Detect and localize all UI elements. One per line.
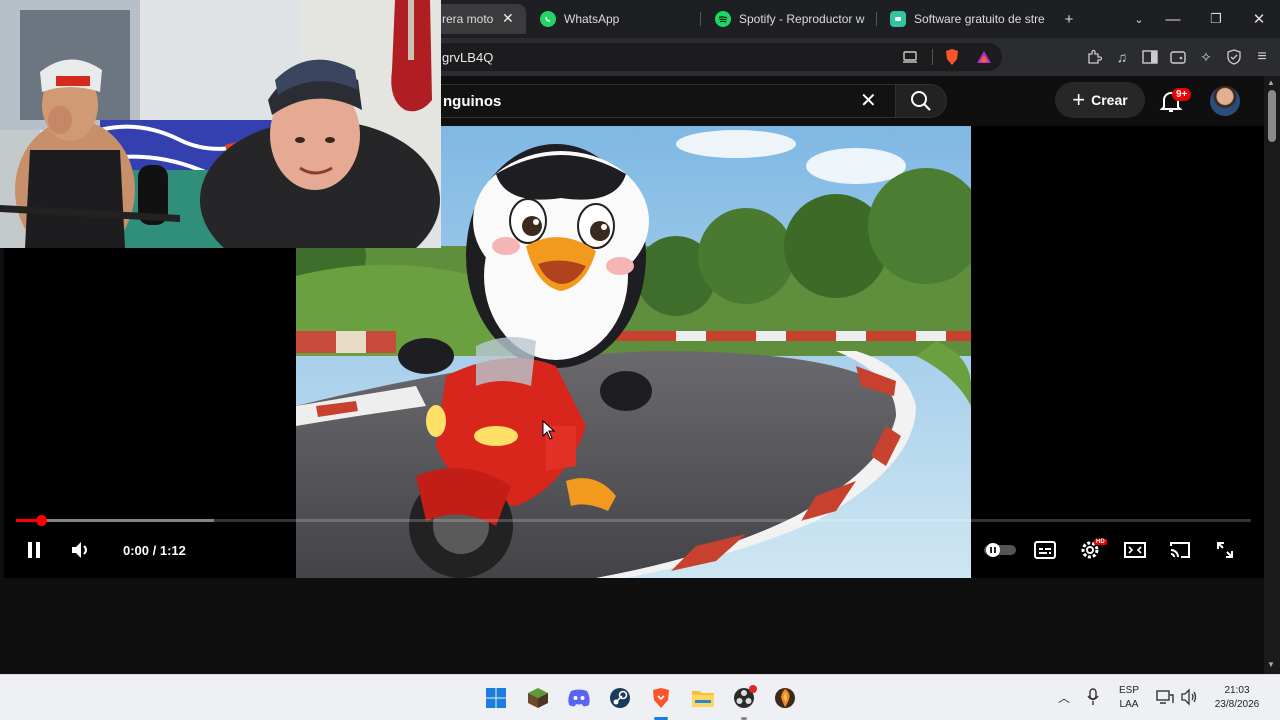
steam-icon[interactable] — [607, 685, 633, 711]
volume-tray-icon[interactable] — [1180, 688, 1198, 711]
pause-button[interactable] — [20, 538, 48, 562]
recording-dot — [749, 685, 757, 693]
webcam-feed-image — [0, 0, 441, 248]
tab-streamlabs[interactable]: Software gratuito de stre — [890, 4, 1045, 34]
clock-time: 21:03 — [1224, 685, 1250, 696]
language-code: ESP — [1118, 685, 1139, 696]
scroll-up-icon[interactable]: ▲ — [1267, 78, 1275, 87]
mouse-cursor-icon — [542, 420, 556, 440]
brave-rewards-icon[interactable] — [974, 47, 994, 67]
search-button[interactable] — [895, 84, 947, 118]
subtitles-icon — [1034, 541, 1056, 559]
cast-button[interactable] — [1166, 538, 1194, 562]
tab-whatsapp[interactable]: WhatsApp — [540, 4, 700, 34]
page-scrollbar[interactable]: ▲ ▼ — [1264, 76, 1280, 674]
spotify-icon — [715, 11, 731, 27]
input-language-indicator[interactable]: ESP LAA — [1114, 684, 1144, 712]
scrubber-handle[interactable] — [35, 515, 47, 526]
vpn-shield-icon[interactable] — [1224, 47, 1244, 67]
autoplay-toggle[interactable] — [982, 538, 1018, 562]
fullscreen-button[interactable] — [1211, 538, 1239, 562]
microphone-icon[interactable] — [1087, 688, 1099, 711]
subtitles-button[interactable] — [1031, 538, 1059, 562]
address-bar[interactable]: grvLB4Q — [430, 43, 1002, 71]
theater-mode-button[interactable] — [1121, 538, 1149, 562]
sidebar-icon[interactable] — [1140, 47, 1160, 67]
close-window-icon[interactable]: ✕ — [1248, 8, 1270, 30]
notification-badge: 9+ — [1172, 88, 1192, 101]
tab-separator — [876, 12, 877, 26]
extensions-icon[interactable] — [1084, 47, 1104, 67]
clock[interactable]: 21:03 23/8/2026 — [1206, 684, 1268, 712]
address-divider — [932, 49, 933, 65]
file-explorer-icon[interactable] — [690, 685, 716, 711]
search-icon — [911, 91, 931, 111]
tray-overflow-icon[interactable]: ︿ — [1058, 689, 1070, 706]
fl-studio-icon[interactable] — [772, 685, 798, 711]
cast-icon — [1170, 542, 1190, 558]
brave-shields-icon[interactable] — [942, 47, 962, 67]
clock-date: 23/8/2026 — [1214, 699, 1260, 710]
windows-taskbar: ︿ ESP LAA 21:03 23/8/2026 — [0, 674, 1280, 720]
theater-icon — [1124, 542, 1146, 558]
install-app-icon[interactable] — [900, 47, 920, 67]
tab-youtube-label: rera moto — [442, 12, 494, 26]
progress-bar[interactable] — [16, 515, 1251, 526]
leo-ai-icon[interactable]: ✧ — [1196, 47, 1216, 67]
keyboard-layout: LAA — [1119, 699, 1139, 710]
fullscreen-icon — [1217, 542, 1233, 558]
close-tab-icon[interactable]: ✕ — [502, 10, 514, 27]
discord-icon[interactable] — [566, 685, 592, 711]
search-query: nguinos — [443, 93, 502, 110]
search-input[interactable]: nguinos — [430, 84, 895, 118]
tab-spotify-label: Spotify - Reproductor web — [739, 12, 865, 26]
scroll-thumb[interactable] — [1268, 90, 1276, 142]
tab-separator — [700, 12, 701, 26]
tab-whatsapp-label: WhatsApp — [564, 12, 620, 26]
windows-start-icon[interactable] — [483, 685, 509, 711]
screen: rera moto ✕ WhatsApp Spotify - Reproduct… — [0, 0, 1280, 720]
brave-icon[interactable] — [648, 685, 674, 711]
create-label: Crear — [1091, 92, 1128, 108]
clear-search-icon[interactable]: ✕ — [860, 88, 877, 113]
menu-icon[interactable]: ≡ — [1252, 47, 1272, 67]
streamlabs-icon — [890, 11, 906, 27]
volume-icon — [72, 542, 87, 558]
tab-spotify[interactable]: Spotify - Reproductor web — [715, 4, 865, 34]
time-display: 0:00 / 1:12 — [123, 543, 186, 558]
plus-icon: + — [1072, 87, 1086, 112]
new-tab-label: + — [1064, 10, 1074, 28]
whatsapp-icon — [540, 11, 556, 27]
avatar[interactable] — [1210, 86, 1240, 116]
create-button[interactable]: + Crear — [1055, 82, 1145, 118]
pause-icon — [28, 542, 40, 558]
restore-icon[interactable]: ❐ — [1205, 8, 1227, 30]
minimize-icon[interactable]: — — [1162, 8, 1184, 30]
tab-search-dropdown-icon[interactable]: ⌄ — [1128, 8, 1150, 30]
wallet-icon[interactable] — [1168, 47, 1188, 67]
scroll-down-icon[interactable]: ▼ — [1267, 660, 1275, 669]
media-control-icon[interactable]: ♫ — [1112, 47, 1132, 67]
network-icon[interactable] — [1156, 689, 1174, 710]
minecraft-icon[interactable] — [525, 685, 551, 711]
volume-button[interactable] — [67, 538, 95, 562]
webcam-overlay — [0, 0, 441, 248]
new-tab-button[interactable]: + — [1058, 8, 1080, 30]
address-text: grvLB4Q — [442, 50, 494, 65]
tab-streamlabs-label: Software gratuito de stre — [914, 12, 1045, 26]
hd-badge: HD — [1094, 539, 1107, 545]
